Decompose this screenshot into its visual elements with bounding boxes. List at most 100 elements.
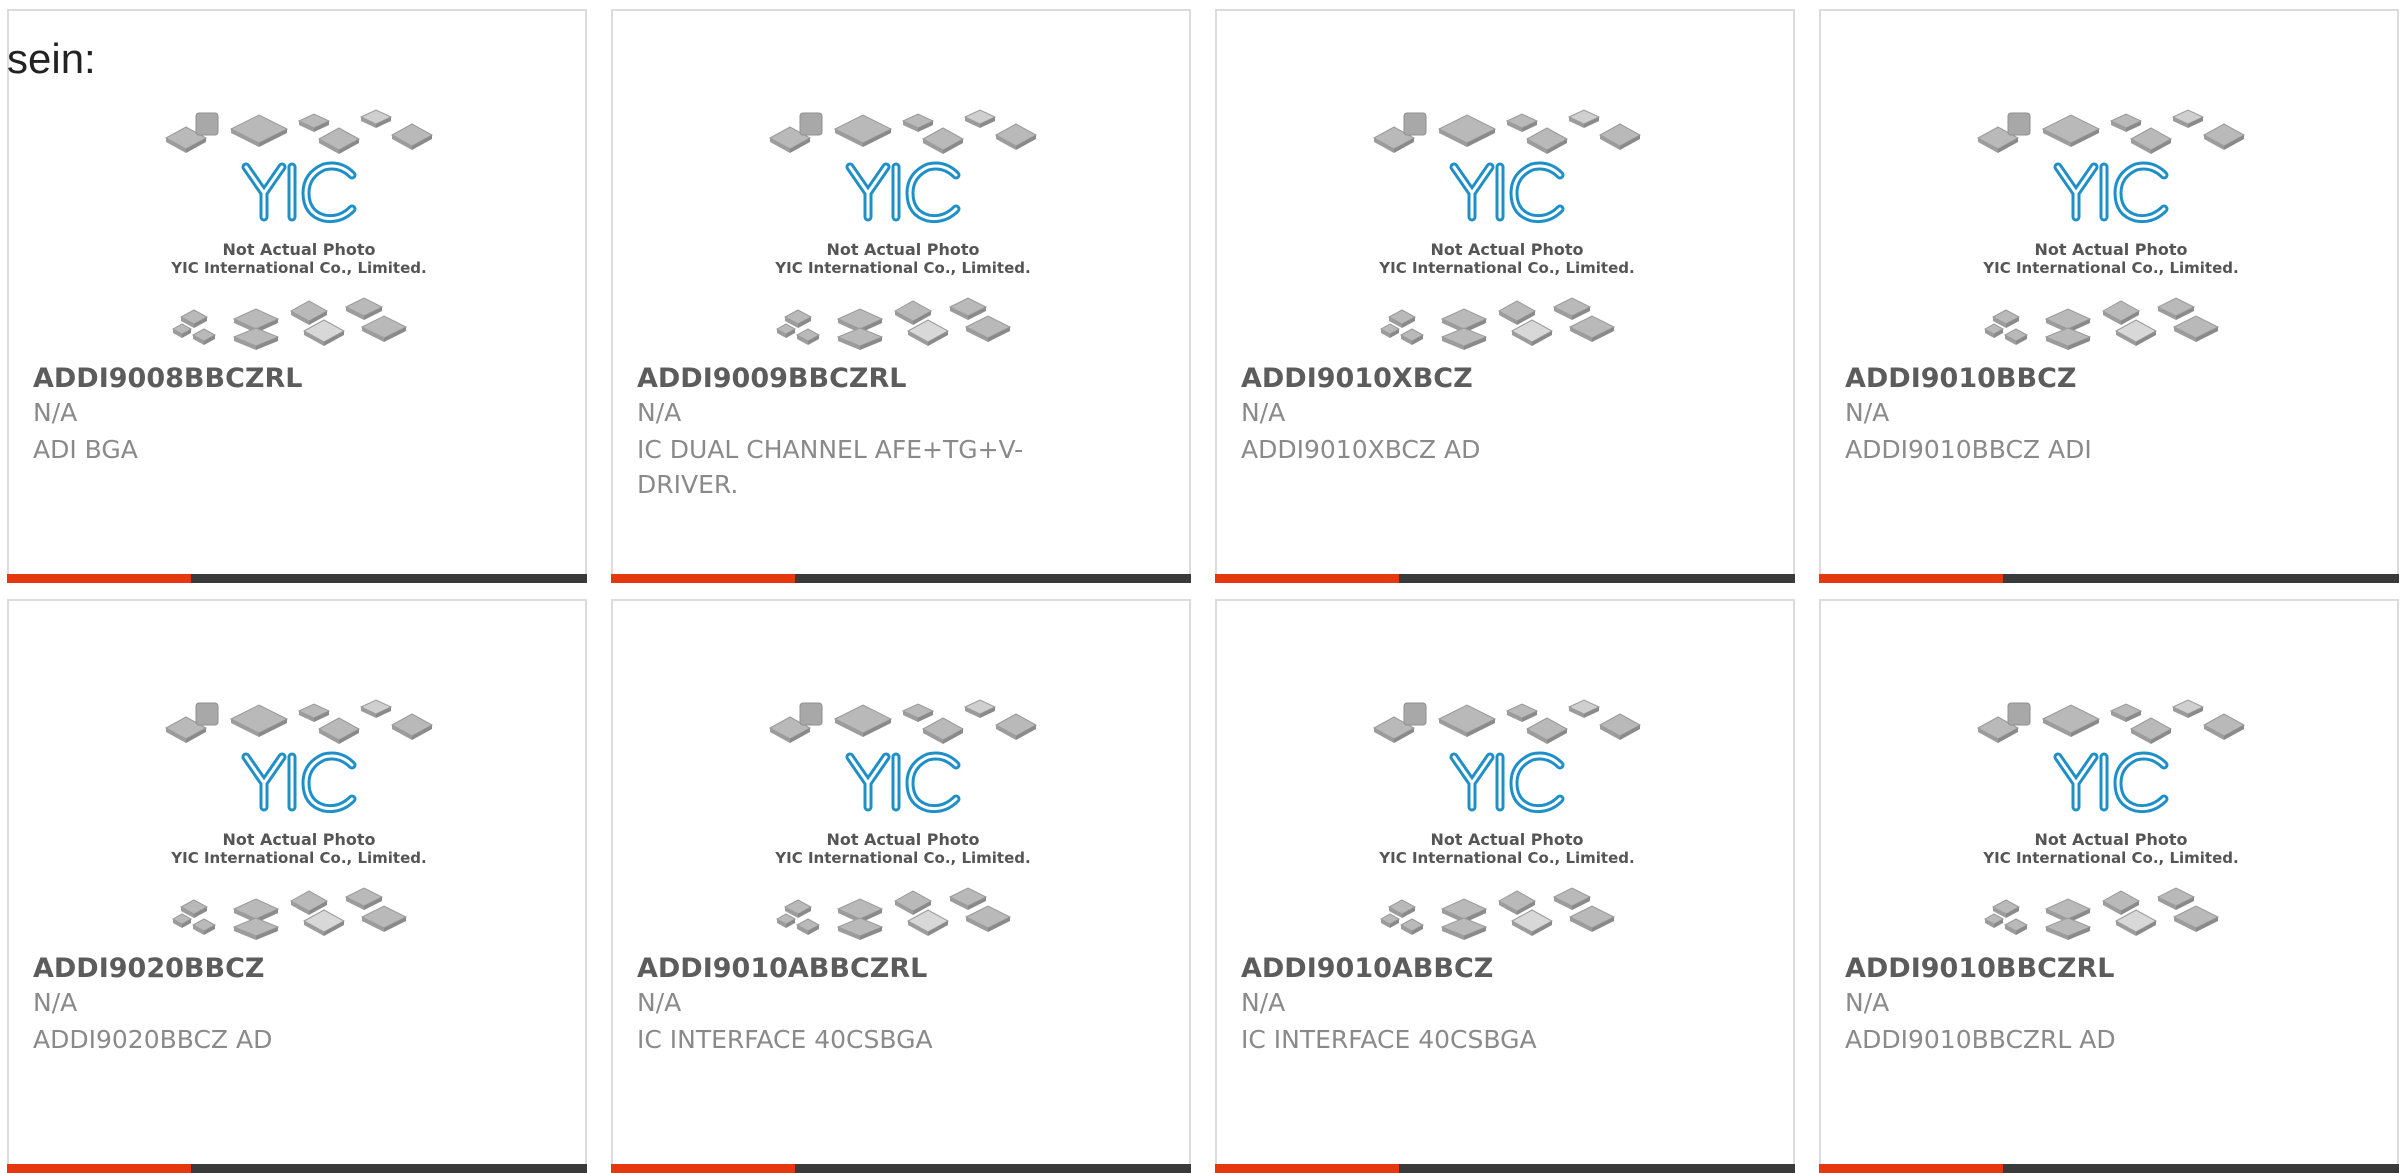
chip-icons-top (1976, 699, 2246, 744)
manufacturer: N/A (1845, 988, 1890, 1017)
intro-text: sein: (7, 35, 96, 82)
card-accent-bar (7, 574, 191, 583)
photo-caption-line2: YIC International Co., Limited. (1378, 849, 1634, 867)
description: ADDI9010XBCZ AD (1241, 435, 1481, 464)
card-accent-bar (1215, 574, 1399, 583)
chip-icons-bottom (1379, 887, 1616, 940)
photo-caption-line1: Not Actual Photo (222, 830, 375, 849)
product-photo[interactable]: Not Actual Photo YIC International Co., L… (164, 695, 434, 943)
description: IC INTERFACE 40CSBGA (637, 1025, 933, 1054)
photo-caption-line1: Not Actual Photo (826, 830, 979, 849)
product-card[interactable]: Not Actual Photo YIC International Co., L… (611, 599, 1191, 1173)
photo-caption-line1: Not Actual Photo (826, 240, 979, 259)
photo-caption-line1: Not Actual Photo (2034, 830, 2187, 849)
product-grid: Not Actual Photo YIC International Co., L… (0, 0, 2400, 1173)
card-bottom-bar (7, 1164, 587, 1173)
chip-icons-top (1372, 699, 1642, 744)
part-number[interactable]: ADDI9009BBCZRL (637, 363, 906, 394)
card-bottom-bar (611, 574, 1191, 583)
manufacturer: N/A (1241, 398, 1286, 427)
yic-logo-icon (845, 751, 961, 814)
product-photo[interactable]: Not Actual Photo YIC International Co., L… (768, 105, 1038, 353)
chip-icons-bottom (775, 887, 1012, 940)
description: ADDI9020BBCZ AD (33, 1025, 273, 1054)
photo-caption-line1: Not Actual Photo (2034, 240, 2187, 259)
product-card[interactable]: Not Actual Photo YIC International Co., L… (1819, 599, 2399, 1173)
part-number[interactable]: ADDI9010BBCZRL (1845, 953, 2114, 984)
product-photo[interactable]: Not Actual Photo YIC International Co., L… (1372, 695, 1642, 943)
photo-caption-line2: YIC International Co., Limited. (170, 259, 426, 277)
part-number[interactable]: ADDI9010ABBCZRL (637, 953, 927, 984)
product-photo[interactable]: Not Actual Photo YIC International Co., L… (1976, 695, 2246, 943)
card-accent-bar (1819, 1164, 2003, 1173)
photo-caption-line2: YIC International Co., Limited. (1982, 849, 2238, 867)
manufacturer: N/A (637, 398, 682, 427)
placeholder-photo-graphic: Not Actual PhotoYIC International Co., L… (768, 699, 1038, 940)
chip-icons-bottom (1379, 297, 1616, 350)
yic-logo-icon (241, 161, 357, 224)
yic-logo-icon (2053, 751, 2169, 814)
part-number[interactable]: ADDI9008BBCZRL (33, 363, 302, 394)
product-photo[interactable]: Not Actual Photo YIC International Co., L… (1372, 105, 1642, 353)
description: ADI BGA (33, 435, 138, 464)
part-number[interactable]: ADDI9020BBCZ (33, 953, 264, 984)
product-card[interactable]: Not Actual Photo YIC International Co., L… (1215, 599, 1795, 1173)
manufacturer: N/A (1241, 988, 1286, 1017)
part-number[interactable]: ADDI9010BBCZ (1845, 363, 2076, 394)
card-accent-bar (611, 574, 795, 583)
part-number[interactable]: ADDI9010XBCZ (1241, 363, 1473, 394)
photo-caption-line1: Not Actual Photo (1430, 830, 1583, 849)
card-bottom-bar (1819, 574, 2399, 583)
chip-icons-bottom (171, 887, 408, 940)
card-bottom-bar (1819, 1164, 2399, 1173)
yic-logo-icon (241, 751, 357, 814)
manufacturer: N/A (637, 988, 682, 1017)
part-number[interactable]: ADDI9010ABBCZ (1241, 953, 1493, 984)
placeholder-photo-graphic: Not Actual PhotoYIC International Co., L… (1372, 109, 1642, 350)
card-bottom-bar (611, 1164, 1191, 1173)
product-photo[interactable]: Not Actual Photo YIC International Co., L… (164, 105, 434, 353)
photo-caption-line1: Not Actual Photo (222, 240, 375, 259)
chip-icons-top (768, 109, 1038, 154)
placeholder-photo-graphic: Not Actual PhotoYIC International Co., L… (1372, 699, 1642, 940)
chip-icons-bottom (171, 297, 408, 350)
manufacturer: N/A (1845, 398, 1890, 427)
card-accent-bar (1215, 1164, 1399, 1173)
yic-logo-icon (1449, 751, 1565, 814)
placeholder-photo-graphic: Not Actual PhotoYIC International Co., L… (1976, 109, 2246, 350)
placeholder-photo-graphic: Not Actual PhotoYIC International Co., L… (164, 699, 434, 940)
chip-icons-top (164, 109, 434, 154)
product-card[interactable]: Not Actual Photo YIC International Co., L… (1215, 9, 1795, 583)
description: ADDI9010BBCZ ADI (1845, 435, 2092, 464)
photo-caption-line2: YIC International Co., Limited. (774, 849, 1030, 867)
product-card[interactable]: Not Actual Photo YIC International Co., L… (7, 599, 587, 1173)
photo-caption-line2: YIC International Co., Limited. (1378, 259, 1634, 277)
photo-caption-line2: YIC International Co., Limited. (1982, 259, 2238, 277)
product-card[interactable]: Not Actual Photo YIC International Co., L… (1819, 9, 2399, 583)
manufacturer: N/A (33, 988, 78, 1017)
placeholder-photo-graphic: Not Actual PhotoYIC International Co., L… (1976, 699, 2246, 940)
chip-icons-top (768, 699, 1038, 744)
description: ADDI9010BBCZRL AD (1845, 1025, 2116, 1054)
chip-icons-top (1372, 109, 1642, 154)
chip-icons-top (164, 699, 434, 744)
chip-icons-bottom (1983, 297, 2220, 350)
description: IC INTERFACE 40CSBGA (1241, 1025, 1537, 1054)
photo-caption-line2: YIC International Co., Limited. (774, 259, 1030, 277)
product-card[interactable]: Not Actual Photo YIC International Co., L… (611, 9, 1191, 583)
yic-logo-icon (1449, 161, 1565, 224)
yic-logo-icon (2053, 161, 2169, 224)
placeholder-photo-graphic: Not Actual PhotoYIC International Co., L… (164, 109, 434, 350)
card-bottom-bar (1215, 1164, 1795, 1173)
placeholder-photo-graphic: Not Actual PhotoYIC International Co., L… (768, 109, 1038, 350)
product-photo[interactable]: Not Actual Photo YIC International Co., L… (768, 695, 1038, 943)
manufacturer: N/A (33, 398, 78, 427)
product-photo[interactable]: Not Actual Photo YIC International Co., L… (1976, 105, 2246, 353)
card-accent-bar (611, 1164, 795, 1173)
chip-icons-top (1976, 109, 2246, 154)
product-card[interactable]: Not Actual Photo YIC International Co., L… (7, 9, 587, 583)
photo-caption-line2: YIC International Co., Limited. (170, 849, 426, 867)
yic-logo-icon (845, 161, 961, 224)
photo-caption-line1: Not Actual Photo (1430, 240, 1583, 259)
card-accent-bar (1819, 574, 2003, 583)
